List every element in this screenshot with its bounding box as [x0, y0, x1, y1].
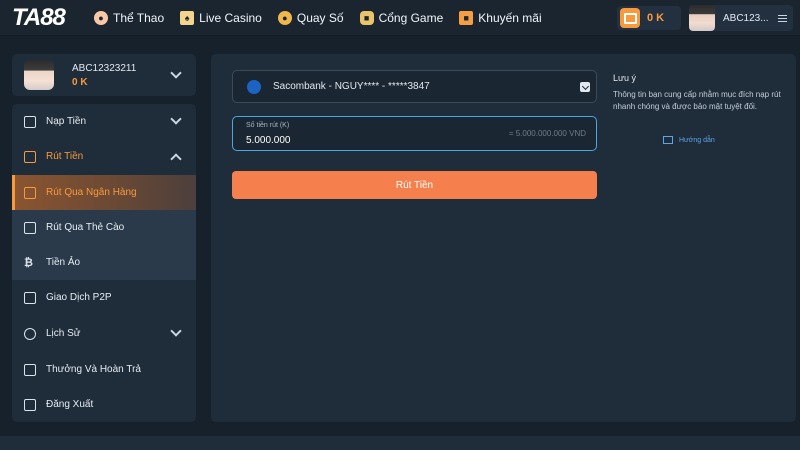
card-icon [24, 221, 36, 234]
note-text: Thông tin bạn cung cấp nhằm mục đích nạp… [613, 90, 781, 111]
sidebar-item-lich-su[interactable]: Lịch Sử [12, 316, 196, 351]
wallet-icon [620, 8, 640, 28]
profile-name: ABC12323211 [72, 62, 137, 74]
wallet-amount: 0 K [647, 12, 665, 24]
profile-card[interactable]: ABC12323211 0 K [12, 54, 196, 96]
sidebar-item-label: Nạp Tiền [46, 116, 87, 127]
bank-account-select[interactable]: Sacombank - NGUY**** - *****3847 [232, 70, 597, 103]
note-title: Lưu ý [613, 73, 637, 83]
nav-item-the-thao[interactable]: ● Thể Thao [94, 11, 164, 25]
map-icon [663, 136, 673, 144]
chevron-down-icon [170, 325, 182, 337]
profile-balance: 0 K [72, 76, 88, 88]
bank-account-value: Sacombank - NGUY**** - *****3847 [273, 81, 430, 92]
nav-item-quay-so[interactable]: ● Quay Số [277, 11, 344, 25]
sidebar-item-label: Rút Qua Thẻ Cào [46, 222, 125, 233]
withdraw-submit-button[interactable]: Rút Tiền [232, 171, 597, 199]
chevron-down-icon[interactable] [170, 67, 182, 79]
sidebar-item-nap-tien[interactable]: Nạp Tiền [12, 104, 196, 139]
sidebar-item-rut-qua-ngan-hang[interactable]: Rút Qua Ngân Hàng [12, 175, 196, 210]
nav-label: Khuyến mãi [478, 11, 542, 25]
wallet-balance[interactable]: 0 K [617, 6, 681, 30]
transfer-icon [24, 291, 36, 304]
reward-icon [24, 363, 36, 376]
bitcoin-icon: ₿ [24, 256, 33, 269]
sidebar-item-label: Lịch Sử [46, 328, 81, 339]
sidebar-item-thuong-va-hoan-tra[interactable]: Thưởng Và Hoàn Trả [12, 352, 196, 387]
avatar [689, 5, 715, 31]
sidebar-item-label: Rút Qua Ngân Hàng [46, 187, 137, 198]
amount-label: Số tiền rút (K) [246, 122, 290, 129]
deposit-icon [24, 115, 36, 128]
top-header: TA88 ● Thể Thao ♠ Live Casino ● Quay Số … [0, 0, 800, 36]
sacombank-logo-icon [247, 79, 261, 94]
user-menu[interactable]: ABC123... [689, 5, 793, 31]
sidebar-item-label: Tiền Ảo [46, 257, 81, 268]
amount-conversion: = 5.000.000.000 VND [508, 129, 586, 138]
ta88-logo[interactable]: TA88 [12, 4, 66, 32]
chevron-up-icon [170, 153, 182, 165]
chevron-down-icon [170, 113, 182, 125]
amount-input[interactable]: Số tiền rút (K) 5.000.000 = 5.000.000.00… [232, 116, 597, 151]
gift-icon: ■ [459, 11, 474, 25]
avatar [24, 60, 54, 90]
history-icon [24, 327, 36, 340]
sidebar-item-rut-tien[interactable]: Rút Tiền [12, 139, 196, 174]
withdraw-panel: Sacombank - NGUY**** - *****3847 Số tiền… [211, 54, 796, 422]
nav-label: Live Casino [199, 11, 262, 25]
footer-bar [0, 436, 800, 450]
sidebar-item-label: Giao Dịch P2P [46, 292, 112, 303]
dropdown-caret-icon[interactable] [580, 82, 590, 92]
sidebar-item-label: Rút Tiền [46, 151, 84, 162]
sidebar-item-rut-qua-the-cao[interactable]: Rút Qua Thẻ Cào [12, 210, 196, 245]
hamburger-icon[interactable] [778, 14, 787, 22]
sidebar-item-giao-dich-p2p[interactable]: Giao Dịch P2P [12, 280, 196, 315]
nav-item-khuyen-mai[interactable]: ■ Khuyến mãi [459, 11, 542, 25]
nav-item-cong-game[interactable]: ■ Cổng Game [359, 11, 444, 25]
amount-value[interactable]: 5.000.000 [246, 135, 291, 146]
lottery-icon: ● [277, 11, 292, 25]
logout-icon [24, 398, 36, 411]
nav-label: Thể Thao [113, 11, 165, 25]
cards-icon: ♠ [180, 11, 195, 25]
football-icon: ● [94, 11, 108, 25]
nav-label: Cổng Game [378, 11, 444, 25]
withdraw-icon [24, 150, 36, 163]
sidebar-item-label: Đăng Xuất [46, 399, 94, 410]
logo-text: TA88 [12, 4, 66, 31]
account-sidebar: Nạp Tiền Rút Tiền Rút Qua Ngân Hàng Rút … [12, 104, 196, 422]
gamepad-icon: ■ [359, 11, 374, 25]
sidebar-item-label: Thưởng Và Hoàn Trả [46, 364, 141, 375]
nav-label: Quay Số [296, 11, 344, 25]
username: ABC123... [723, 12, 769, 24]
sidebar-item-dang-xuat[interactable]: Đăng Xuất [12, 387, 196, 422]
guide-label: Hướng dẫn [679, 136, 715, 144]
nav-item-live-casino[interactable]: ♠ Live Casino [180, 11, 262, 25]
bank-icon [24, 186, 36, 199]
guide-link[interactable]: Hướng dẫn [663, 136, 715, 144]
sidebar-item-tien-ao[interactable]: ₿ Tiền Ảo [12, 245, 196, 280]
main-nav: ● Thể Thao ♠ Live Casino ● Quay Số ■ Cổn… [94, 0, 558, 36]
